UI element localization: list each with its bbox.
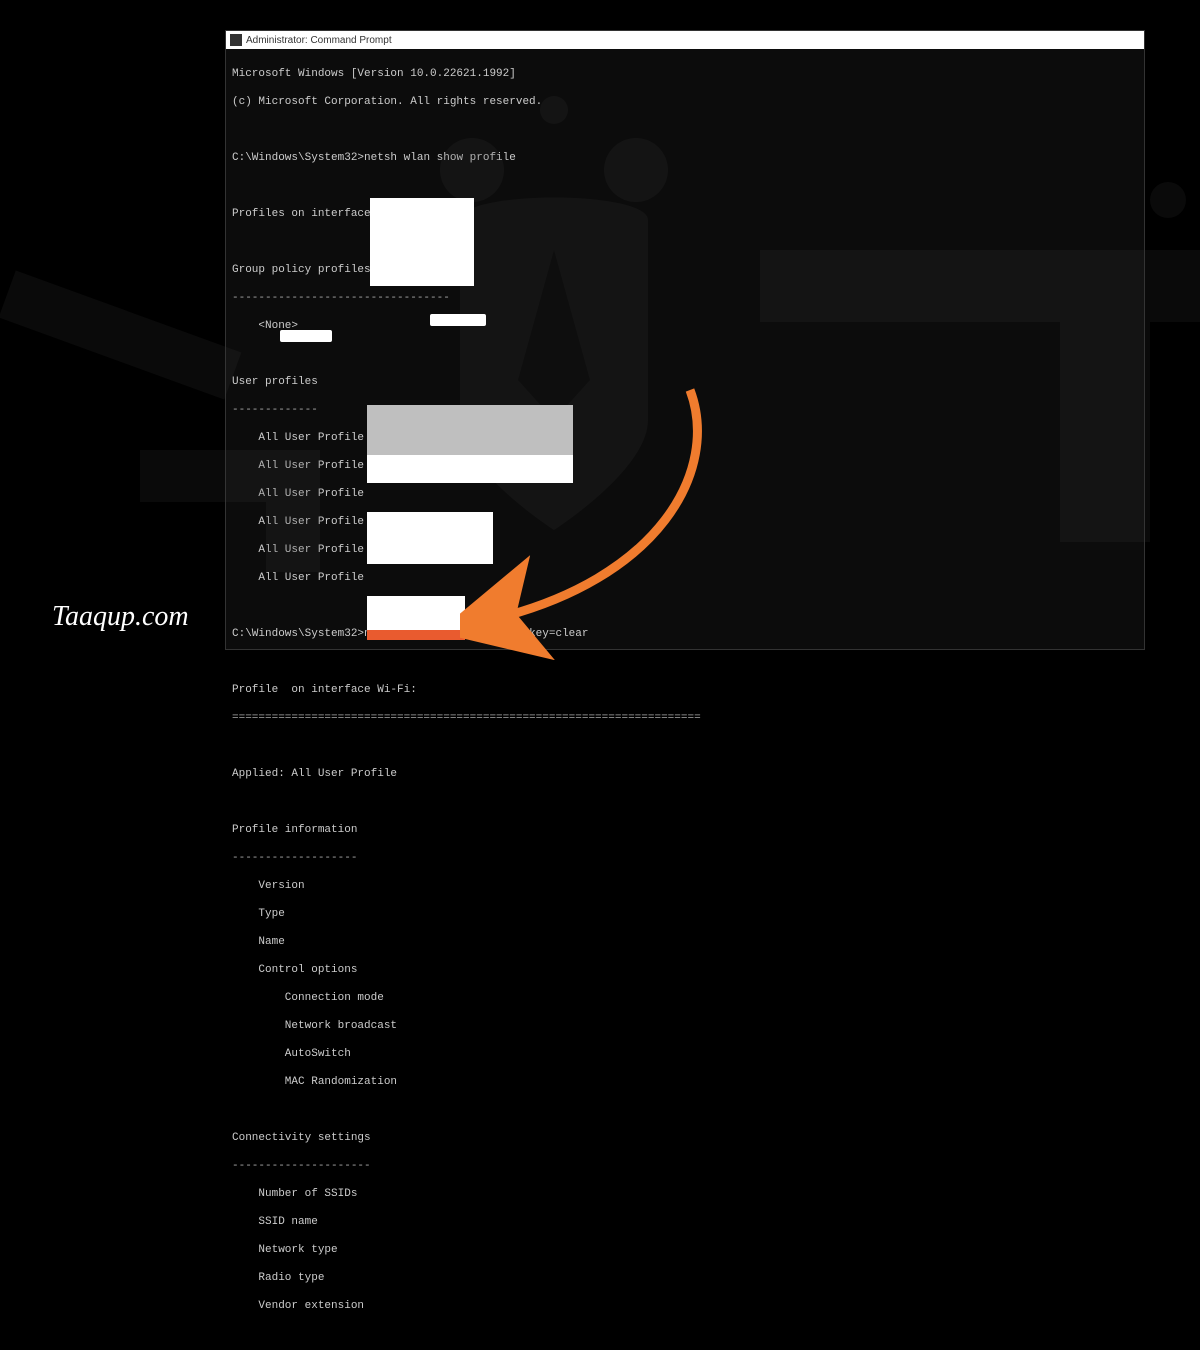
text-line: Profiles on interface Wi-Fi: <box>232 207 1138 221</box>
text-line: <None> <box>232 319 1138 333</box>
highlight-block <box>367 630 465 640</box>
text-line: Applied: All User Profile <box>232 767 1138 781</box>
kv-row: Name <box>232 935 1138 949</box>
blank-line <box>232 235 1138 249</box>
text-line: User profiles <box>232 375 1138 389</box>
kv-row: Type <box>232 907 1138 921</box>
blank-line <box>232 347 1138 361</box>
kv-row: Vendor extension <box>232 1299 1138 1313</box>
text-line: Microsoft Windows [Version 10.0.22621.19… <box>232 67 1138 81</box>
terminal-output[interactable]: Microsoft Windows [Version 10.0.22621.19… <box>226 49 1144 1350</box>
command-prompt-window: Administrator: Command Prompt Microsoft … <box>225 30 1145 650</box>
kv-row: Connection mode <box>232 991 1138 1005</box>
blank-line <box>232 655 1138 669</box>
kv-row: MAC Randomization <box>232 1075 1138 1089</box>
text-line: Group policy profiles (read only) <box>232 263 1138 277</box>
prompt-line: C:\Windows\System32>netsh wlan show prof… <box>232 151 1138 165</box>
redaction-block <box>430 314 486 326</box>
blank-line <box>232 123 1138 137</box>
kv-row: Network type <box>232 1243 1138 1257</box>
text-line: (c) Microsoft Corporation. All rights re… <box>232 95 1138 109</box>
profile-row: All User Profile <box>232 487 1138 501</box>
separator-line: --------------------------------- <box>232 291 1138 305</box>
separator-line: ========================================… <box>232 711 1138 725</box>
window-title: Administrator: Command Prompt <box>246 35 392 46</box>
redaction-block <box>367 405 573 455</box>
profile-row: All User Profile <box>232 571 1138 585</box>
redaction-block <box>367 512 493 564</box>
kv-row: SSID name <box>232 1215 1138 1229</box>
kv-row: AutoSwitch <box>232 1047 1138 1061</box>
separator-line: --------------------- <box>232 1159 1138 1173</box>
section-header: Profile information <box>232 823 1138 837</box>
kv-row: Control options <box>232 963 1138 977</box>
redaction-block <box>367 596 465 630</box>
blank-line <box>232 795 1138 809</box>
separator-line: ------------------- <box>232 851 1138 865</box>
kv-row: Network broadcast <box>232 1019 1138 1033</box>
text-line: Profile on interface Wi-Fi: <box>232 683 1138 697</box>
section-header: Connectivity settings <box>232 1131 1138 1145</box>
blank-line <box>232 1103 1138 1117</box>
redaction-block <box>367 455 573 483</box>
kv-row: Radio type <box>232 1271 1138 1285</box>
window-titlebar[interactable]: Administrator: Command Prompt <box>226 31 1144 49</box>
kv-row: Version <box>232 879 1138 893</box>
blank-line <box>232 1327 1138 1341</box>
watermark-site-text: Taaqup.com <box>52 601 189 633</box>
blank-line <box>232 179 1138 193</box>
redaction-block <box>370 198 474 286</box>
kv-row: Number of SSIDs <box>232 1187 1138 1201</box>
cmd-icon <box>230 34 242 46</box>
redaction-block <box>280 330 332 342</box>
blank-line <box>232 739 1138 753</box>
